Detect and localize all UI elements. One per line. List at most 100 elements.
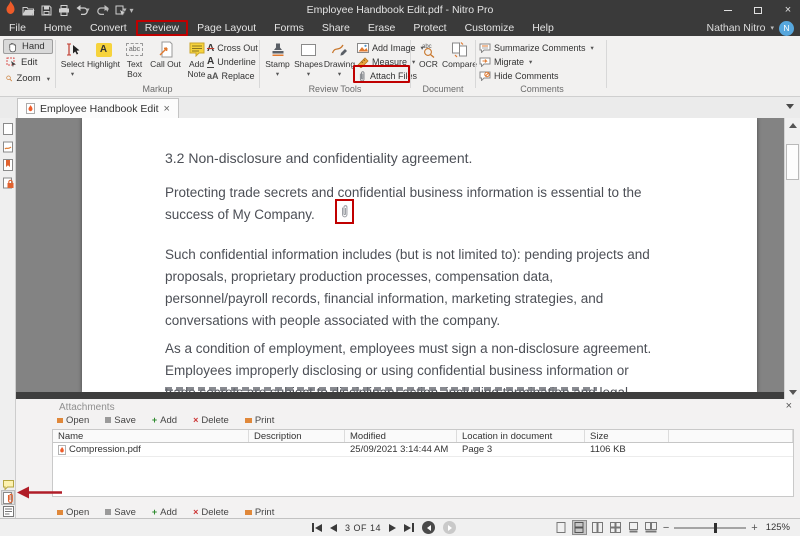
edit-tool-button[interactable]: Edit <box>3 55 53 70</box>
quick-tool-button[interactable]: ▾ <box>115 5 127 16</box>
single-page-footer-view-button[interactable] <box>627 521 640 534</box>
underline-button[interactable]: Underline <box>207 55 256 69</box>
review-tools-large-buttons: Stamp Shapes Drawing <box>262 38 355 79</box>
paragraph-line: As a condition of employment, employees … <box>165 338 651 360</box>
zoom-tool-button[interactable]: Zoom <box>3 71 53 86</box>
history-forward-button[interactable] <box>443 521 456 534</box>
tab-share[interactable]: Share <box>313 21 359 35</box>
attachment-add-button[interactable]: +Add <box>152 507 177 518</box>
tab-help[interactable]: Help <box>523 21 563 35</box>
zoom-out-button[interactable]: − <box>663 523 669 533</box>
minimize-button[interactable] <box>720 3 736 17</box>
history-back-button[interactable] <box>422 521 435 534</box>
facing-view-button[interactable] <box>591 521 604 534</box>
attachment-row[interactable]: Compression.pdf 25/09/2021 3:14:44 AM Pa… <box>53 443 793 457</box>
summarize-comments-button[interactable]: Summarize Comments <box>479 41 594 55</box>
first-page-button[interactable] <box>312 523 322 532</box>
attachment-add-button[interactable]: +Add <box>152 415 177 426</box>
attachment-save-button[interactable]: Save <box>105 415 136 426</box>
save-icon[interactable] <box>41 5 52 16</box>
attachment-print-button[interactable]: Print <box>245 415 275 426</box>
zoom-in-button[interactable]: + <box>751 523 757 533</box>
tab-convert[interactable]: Convert <box>81 21 136 35</box>
tab-home[interactable]: Home <box>35 21 81 35</box>
close-button[interactable]: × <box>780 3 796 17</box>
open-file-icon[interactable] <box>22 5 35 16</box>
bookmarks-panel-button[interactable] <box>2 158 14 171</box>
attachment-open-button[interactable]: Open <box>57 415 89 426</box>
continuous-view-button[interactable] <box>573 521 586 534</box>
undo-button[interactable]: ▾ <box>76 5 90 15</box>
attachments-close-icon[interactable]: × <box>786 401 792 411</box>
column-header-location[interactable]: Location in document <box>457 430 585 442</box>
qat-customize-icon[interactable]: ▾ <box>130 6 134 15</box>
compare-button[interactable]: Compare <box>444 38 475 70</box>
document-tab[interactable]: Employee Handbook Edit × <box>17 98 179 118</box>
avatar[interactable]: N <box>779 21 794 36</box>
pages-panel-button[interactable] <box>2 122 14 135</box>
document-group: abc OCR Compare Document <box>413 36 473 96</box>
redo-button[interactable]: ▾ <box>96 5 110 15</box>
drawing-button[interactable]: Drawing <box>324 38 355 79</box>
tab-close-icon[interactable]: × <box>164 104 170 114</box>
cross-out-button[interactable]: Cross Out <box>207 41 258 55</box>
zoom-slider-handle[interactable] <box>714 523 717 533</box>
maximize-button[interactable] <box>750 3 766 17</box>
attachment-name-cell: Compression.pdf <box>53 443 249 456</box>
column-header-size[interactable]: Size <box>585 430 669 442</box>
status-bar: 3 OF 14 − <box>0 518 800 536</box>
tab-customize[interactable]: Customize <box>456 21 524 35</box>
attachment-open-button[interactable]: Open <box>57 507 89 518</box>
attachment-delete-button[interactable]: ×Delete <box>193 507 229 518</box>
zoom-slider[interactable] <box>674 527 746 529</box>
replace-button[interactable]: Replace <box>207 69 255 83</box>
tab-erase[interactable]: Erase <box>359 21 404 35</box>
tab-review[interactable]: Review <box>136 20 188 36</box>
attachment-save-button[interactable]: Save <box>105 507 136 518</box>
column-header-modified[interactable]: Modified <box>345 430 457 442</box>
print-icon[interactable] <box>58 5 70 16</box>
grid-view-button[interactable] <box>609 521 622 534</box>
next-page-button[interactable] <box>389 524 396 532</box>
tab-file[interactable]: File <box>0 21 35 35</box>
column-header-description[interactable]: Description <box>249 430 345 442</box>
stamp-button[interactable]: Stamp <box>262 38 293 79</box>
text-box-button[interactable]: Text Box <box>119 38 150 79</box>
previous-page-button[interactable] <box>330 524 337 532</box>
hand-tool-button[interactable]: Hand <box>3 39 53 54</box>
output-panel-button[interactable] <box>2 505 14 518</box>
select-button[interactable]: Select <box>57 38 88 79</box>
collapse-ribbon-icon[interactable] <box>786 104 794 109</box>
hide-comments-button[interactable]: Hide Comments <box>479 69 559 83</box>
attachment-print-button[interactable]: Print <box>245 507 275 518</box>
scroll-down-button[interactable] <box>785 385 800 399</box>
paperclip-icon <box>339 203 350 220</box>
account-name[interactable]: Nathan Nitro <box>707 22 766 34</box>
attachment-annotation[interactable] <box>335 199 354 224</box>
call-out-button[interactable]: Call Out <box>150 38 181 79</box>
last-page-button[interactable] <box>404 523 414 532</box>
undo-caret-icon: ▾ <box>86 6 90 14</box>
vertical-scrollbar[interactable] <box>784 118 800 399</box>
facing-footer-view-button[interactable] <box>645 521 658 534</box>
scroll-up-button[interactable] <box>785 118 800 132</box>
signatures-panel-button[interactable] <box>2 140 14 153</box>
tab-forms[interactable]: Forms <box>265 21 313 35</box>
ocr-button[interactable]: abc OCR <box>413 38 444 70</box>
shapes-button[interactable]: Shapes <box>293 38 324 79</box>
attachment-delete-button[interactable]: ×Delete <box>193 415 229 426</box>
highlight-button[interactable]: Highlight <box>88 38 119 79</box>
migrate-button[interactable]: Migrate <box>479 55 532 69</box>
scrollbar-thumb[interactable] <box>786 144 799 180</box>
security-panel-button[interactable] <box>2 176 14 189</box>
column-header-name[interactable]: Name <box>53 430 249 442</box>
tab-page-layout[interactable]: Page Layout <box>188 21 265 35</box>
account-caret-icon: ▾ <box>770 24 774 32</box>
tab-protect[interactable]: Protect <box>404 21 455 35</box>
comments-panel-button[interactable] <box>2 478 14 491</box>
measure-button[interactable]: Measure <box>357 55 415 69</box>
panel-splitter[interactable] <box>16 392 784 399</box>
single-page-view-button[interactable] <box>555 521 568 534</box>
attach-files-button[interactable]: Attach Files <box>357 69 417 83</box>
attachments-panel-button[interactable] <box>2 491 14 504</box>
